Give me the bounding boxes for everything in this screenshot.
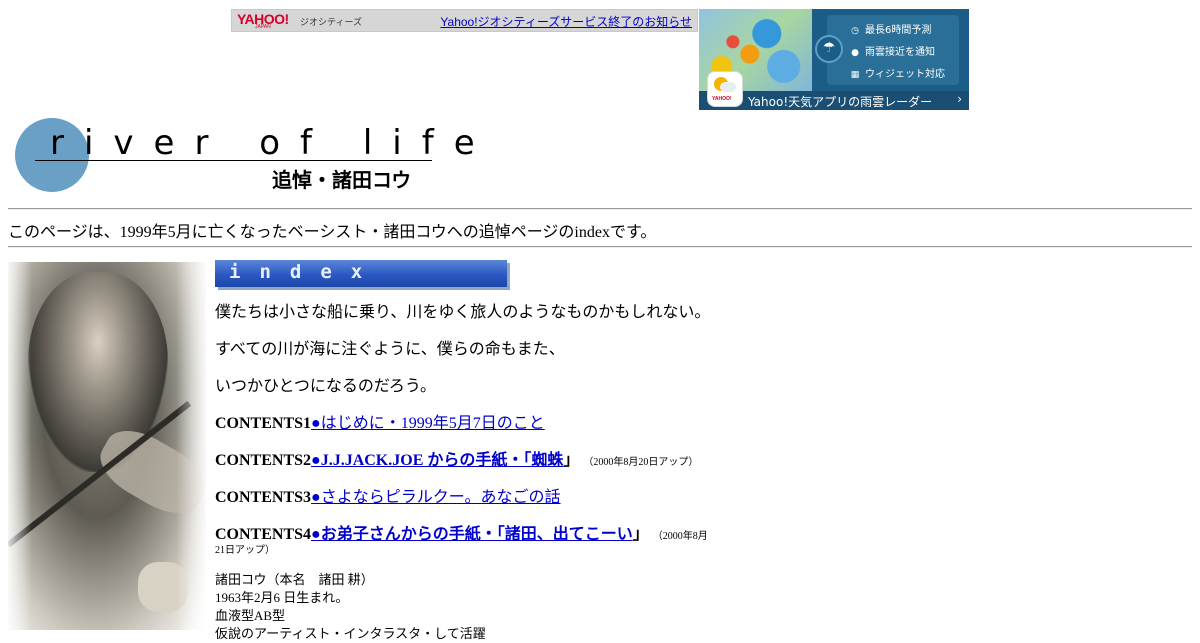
contents-suffix: 」	[632, 526, 649, 543]
chevron-right-icon: ›	[957, 92, 962, 106]
contents-label: CONTENTS1	[215, 415, 312, 432]
title-underline	[35, 160, 432, 161]
contents-link-1[interactable]: ●はじめに・1999年5月7日のこと	[311, 415, 545, 432]
update-note: （2000年8月	[652, 531, 708, 542]
weather-app-icon: YAHOO!	[708, 72, 742, 106]
bassist-photo	[8, 262, 206, 630]
index-heading-text: index	[229, 261, 382, 283]
contents-item-3: CONTENTS3●さよならピラルクー。あなごの話	[215, 483, 561, 507]
contents-link-2[interactable]: ●J.J.JACK.JOE からの手紙・「蜘蛛	[311, 452, 563, 469]
profile-birth: 1963年2月6 日生まれ。	[215, 590, 349, 605]
contents-item-2: CONTENTS2●J.J.JACK.JOE からの手紙・「蜘蛛」 （2000年…	[215, 446, 698, 470]
profile-career: 仮說のアーティスト・インタラスタ・して活躍	[215, 626, 486, 641]
cloud-icon	[720, 82, 736, 92]
yahoo-logo[interactable]: YAHOO! JAPAN	[237, 12, 289, 30]
feature-forecast: ◷ 最長6時間予測	[849, 21, 931, 36]
widget-grid-icon: ▦	[850, 70, 860, 80]
feature-forecast-label: 最長6時間予測	[865, 25, 932, 36]
page-subtitle: 追悼・諸田コウ	[272, 168, 412, 192]
contents-label: CONTENTS3	[215, 489, 312, 506]
contents-item-1: CONTENTS1●はじめに・1999年5月7日のこと	[215, 409, 545, 433]
poem-line-3: いつかひとつになるのだろう。	[215, 378, 436, 395]
poem-line-1: 僕たちは小さな船に乗り、川をゆく旅人のようなものかもしれない。	[215, 304, 711, 321]
geocities-banner: YAHOO! JAPAN ジオシティーズ Yahoo!ジオシティーズサービス終了…	[231, 9, 698, 32]
contents-item-4: CONTENTS4●お弟子さんからの手紙・「諸田、出てこーい」 （2000年8月	[215, 520, 708, 544]
location-pin-icon: ●	[851, 48, 859, 58]
geocities-service-name: ジオシティーズ	[300, 17, 363, 27]
divider-top	[8, 208, 1192, 210]
clock-icon: ◷	[851, 26, 859, 36]
feature-widget: ▦ ウィジェット対応	[849, 65, 945, 80]
contents-link-3[interactable]: ●さよならピラルクー。あなごの話	[311, 489, 561, 506]
feature-notify-label: 雨雲接近を通知	[865, 47, 935, 58]
intro-text: このページは、1999年5月に亡くなったベーシスト・諸田コウへの追悼ページのin…	[8, 224, 657, 241]
divider-bottom	[8, 246, 1192, 248]
index-heading-graphic: index	[215, 260, 507, 287]
update-note-continued: 21日アップ）	[215, 545, 275, 556]
contents-link-4[interactable]: ●お弟子さんからの手紙・「諸田、出てこーい	[311, 526, 633, 543]
service-end-notice-link[interactable]: Yahoo!ジオシティーズサービス終了のお知らせ	[440, 13, 692, 30]
poem-line-2: すべての川が海に注ぐように、僕らの命もまた、	[215, 341, 565, 358]
yahoo-logo-sub: JAPAN	[255, 24, 271, 30]
profile-blood: 血液型AB型	[215, 608, 286, 623]
page-title: river of life	[50, 123, 495, 163]
contents-label: CONTENTS2	[215, 452, 312, 469]
update-note: （2000年8月20日アップ）	[583, 457, 699, 468]
profile-name: 諸田コウ（本名 諸田 耕）	[215, 572, 374, 587]
ad-cta-text: Yahoo!天気アプリの雨雲レーダー	[748, 95, 933, 109]
feature-widget-label: ウィジェット対応	[865, 69, 945, 80]
feature-notify: ● 雨雲接近を通知	[849, 43, 935, 58]
contents-suffix: 」	[563, 452, 580, 469]
rain-cloud-icon: ☂	[815, 35, 843, 63]
app-icon-label: YAHOO!	[712, 96, 732, 102]
weather-app-ad[interactable]: ☂ ◷ 最長6時間予測 ● 雨雲接近を通知 ▦ ウィジェット対応 Yahoo!天気アプ…	[699, 9, 969, 110]
